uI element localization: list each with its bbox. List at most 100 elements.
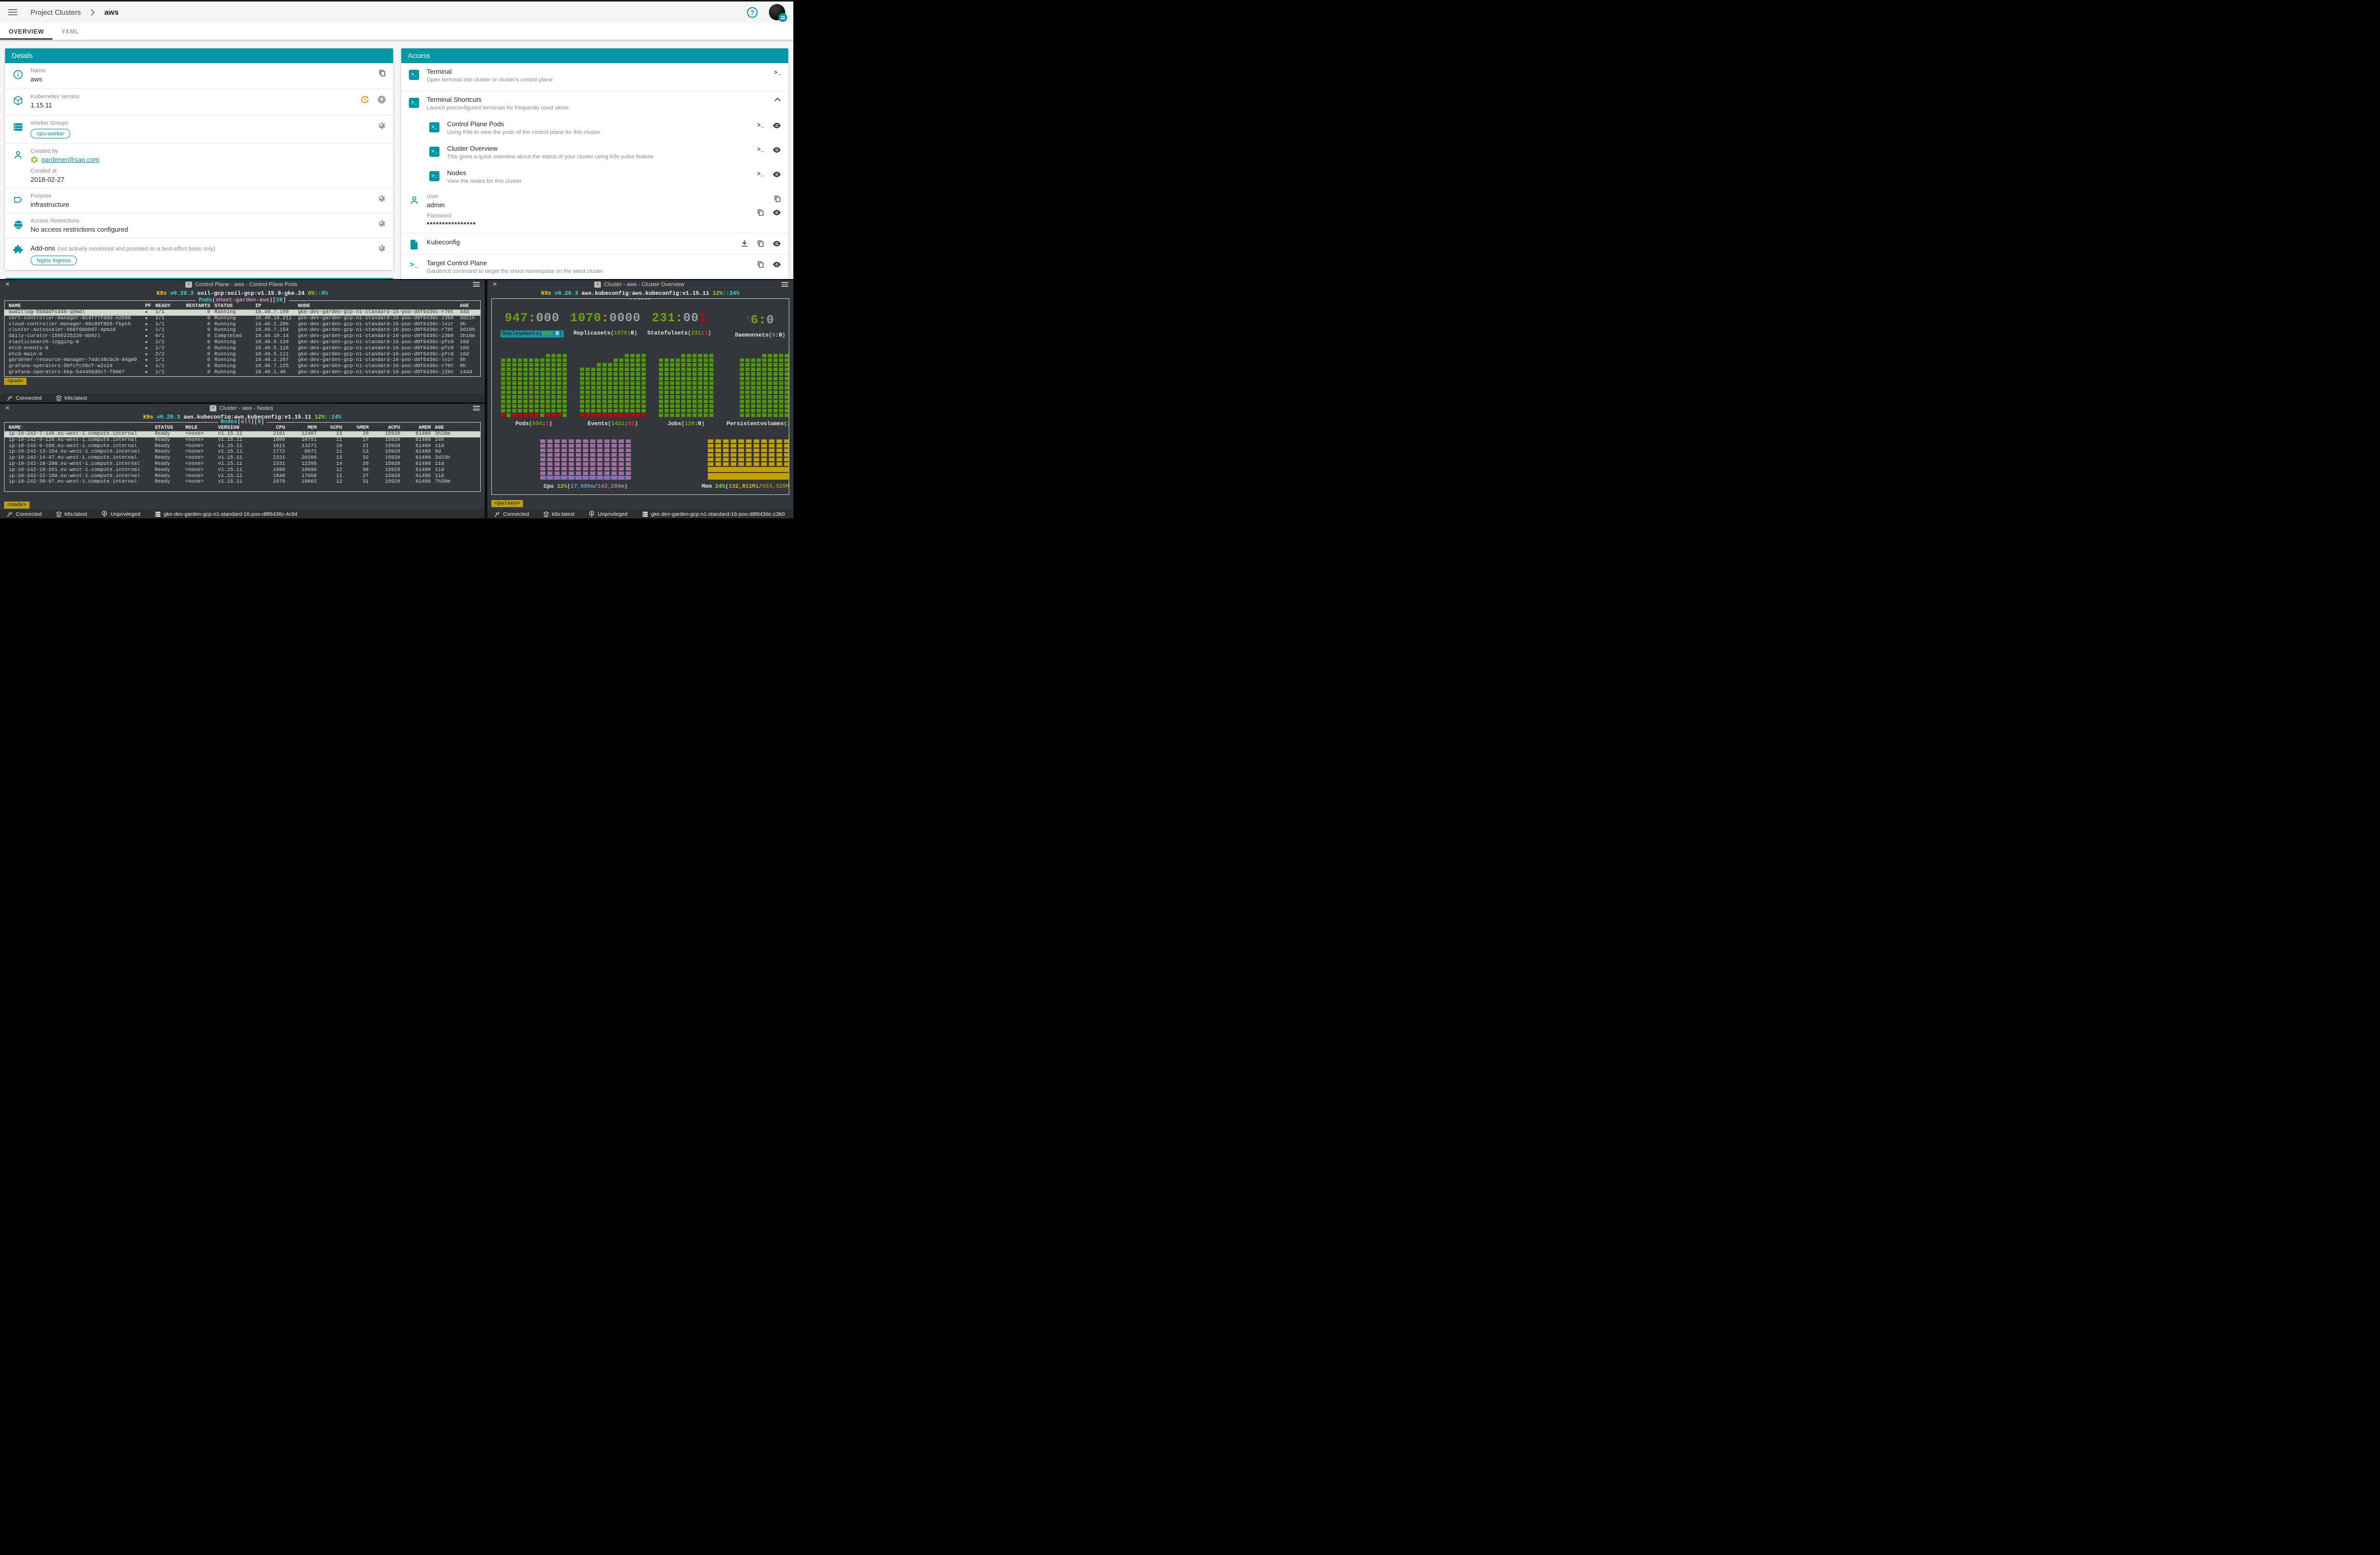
open-terminal-icon[interactable]: >_ [774, 69, 781, 76]
table-row[interactable]: ip-10-242-22-180.eu-west-1.compute.inter… [5, 474, 480, 480]
node-age: 3h28m [431, 431, 480, 437]
gear-icon[interactable] [378, 244, 386, 253]
node-cpu-pct: 11 [317, 449, 342, 455]
upgrade-icon[interactable] [377, 95, 386, 104]
table-row[interactable]: ip-10-242-9-188.eu-west-1.compute.intern… [5, 443, 480, 450]
node-mem-pct: 13 [342, 449, 369, 455]
events-bar-chart [580, 354, 646, 417]
update-history-icon[interactable] [361, 95, 369, 104]
terminal-statusbar: Connected k9s:latest Unprivileged gke-de… [487, 510, 793, 518]
pod-node: gke-dev-garden-gcp-n1-standard-16-poo-d8… [298, 357, 460, 364]
gear-icon[interactable] [378, 122, 386, 130]
eye-icon[interactable] [772, 261, 781, 268]
details-card: Details Name aws Kubernetes Version [5, 48, 393, 270]
node-mem: 20266 [285, 455, 317, 461]
menu-icon[interactable] [8, 9, 17, 15]
details-row-k8s-version: Kubernetes Version 1.15.11 [5, 89, 393, 115]
chevron-up-icon[interactable] [774, 97, 781, 102]
table-row[interactable]: ip-10-242-13-154.eu-west-1.compute.inter… [5, 449, 480, 455]
table-row[interactable]: elasticsearch-logging-0 ● 2/2 0 Running … [5, 340, 480, 346]
help-icon[interactable]: ? [747, 7, 758, 18]
close-icon[interactable]: ✕ [5, 405, 10, 411]
node-role: <none> [185, 455, 218, 461]
eye-icon[interactable] [772, 240, 781, 247]
table-row[interactable]: gardener-resource-manager-74dc48cbc9-94g… [5, 357, 480, 364]
launch-terminal-icon[interactable]: >_ [757, 171, 764, 178]
table-row[interactable]: daily-curator-1595225220-6b9zl ● 0/1 0 C… [5, 334, 480, 340]
pod-ip: 10.40.5.120 [251, 340, 298, 346]
launch-terminal-icon[interactable]: >_ [757, 146, 764, 153]
terminal-menu-icon[interactable] [473, 406, 480, 410]
shortcut-row-nodes[interactable]: >_ Nodes View the nodes for this cluster… [401, 164, 788, 189]
terminal-menu-icon[interactable] [782, 282, 788, 287]
counter-replicasets[interactable]: 1070:0000 Replicasets(1070:0) [570, 311, 641, 339]
tab-overview[interactable]: OVERVIEW [0, 23, 52, 40]
breadcrumb[interactable]: Project Clusters [31, 8, 81, 16]
counter-deployments[interactable]: 947:000 Deployments(947:0) [501, 311, 563, 339]
privilege-icon [589, 511, 595, 517]
table-row[interactable]: grafana-operators-bkp-544456d5c7-f9m67 ●… [5, 370, 480, 376]
table-row[interactable]: etcd-main-0 ● 2/2 0 Running 10.40.5.111 … [5, 352, 480, 358]
chart-events[interactable]: Events(1421:61) [580, 354, 646, 427]
copy-icon[interactable] [757, 209, 764, 216]
pod-node: gke-dev-garden-gcp-n1-standard-16-poo-d8… [298, 340, 460, 346]
counter-statefulsets[interactable]: 231:001 Statefulsets(231:1) [651, 311, 708, 339]
terminal-titlebar: ✕ >Control Plane - aws - Control Plane P… [0, 280, 485, 289]
node-status: Ready [155, 437, 185, 443]
tab-bar: OVERVIEW YAML [0, 23, 793, 40]
pods-table-title: Pods(shoot-garden-aws)[26] [196, 297, 289, 303]
table-row[interactable]: ip-10-242-18-201.eu-west-1.compute.inter… [5, 467, 480, 474]
terminal-icon: > [185, 282, 192, 288]
eye-icon[interactable] [772, 171, 781, 178]
eye-icon[interactable] [772, 147, 781, 153]
puzzle-icon [13, 245, 23, 255]
gear-icon[interactable] [378, 195, 386, 203]
close-icon[interactable]: ✕ [5, 281, 10, 288]
pod-status: Running [210, 310, 251, 316]
node-age: 11d [431, 474, 480, 480]
port-forward-indicator: ● [145, 316, 155, 322]
node-server-icon [155, 511, 161, 517]
node-acpu: 15920 [369, 443, 400, 450]
terminal-titlebar: ✕ >Cluster - aws - Cluster Overview [487, 280, 793, 289]
pod-name: grafana-operators-bkp-544456d5c7-f9m67 [9, 370, 145, 376]
table-row[interactable]: ip-10-242-7-148.eu-west-1.compute.intern… [5, 431, 480, 437]
tab-yaml[interactable]: YAML [52, 23, 88, 40]
eye-icon[interactable] [772, 209, 781, 216]
table-row[interactable]: ip-10-242-9-128.eu-west-1.compute.intern… [5, 437, 480, 443]
copy-icon[interactable] [773, 195, 781, 203]
table-row[interactable]: cloud-controller-manager-88c89f8b5-fkpch… [5, 322, 480, 328]
chart-cpu[interactable]: Cpu 12%(17,695m/143,280m) [540, 439, 631, 490]
counter-daemonsets[interactable]: ↑6:0 Daemonsets(6:0) [737, 311, 783, 339]
table-row[interactable]: ip-10-242-14-47.eu-west-1.compute.intern… [5, 455, 480, 461]
copy-icon[interactable] [378, 69, 386, 77]
chart-mem[interactable]: Mem 24%(132,811Mi/553,320Mi) [702, 439, 789, 490]
purpose-label: Purpose [31, 193, 378, 199]
table-row[interactable]: cert-controller-manager-6c4f77fddd-nzb98… [5, 316, 480, 322]
download-icon[interactable] [740, 239, 749, 247]
chart-persistentvolumes[interactable]: Persistentvolumes(243:0) [727, 354, 789, 427]
table-row[interactable]: grafana-operators-5bfcfc58cf-w2s24 ● 1/1… [5, 364, 480, 370]
chart-jobs[interactable]: Jobs(129:0) [659, 354, 713, 427]
table-row[interactable]: cluster-autoscaler-666f6bbb97-4pmzd ● 1/… [5, 327, 480, 334]
table-row[interactable]: etcd-events-0 ● 2/2 0 Running 10.40.5.11… [5, 346, 480, 352]
shortcut-row-cluster-overview[interactable]: >_ Cluster Overview This gives a quick o… [401, 140, 788, 164]
pod-age: 16d [460, 340, 480, 346]
table-row[interactable]: ip-10-242-30-97.eu-west-1.compute.intern… [5, 479, 480, 485]
pod-status: Running [210, 316, 251, 322]
close-icon[interactable]: ✕ [492, 281, 497, 288]
shortcut-row-control-plane-pods[interactable]: >_ Control Plane Pods Using K9s to view … [401, 116, 788, 140]
gear-icon[interactable] [378, 219, 386, 228]
table-row[interactable]: ip-10-242-18-200.eu-west-1.compute.inter… [5, 461, 480, 467]
created-by-link[interactable]: gardener@sap.com [41, 156, 99, 163]
pod-age: 3h16m [460, 334, 480, 340]
copy-icon[interactable] [757, 240, 764, 247]
copy-icon[interactable] [757, 261, 764, 268]
launch-terminal-icon[interactable]: >_ [757, 122, 764, 129]
table-row[interactable]: auditlog-558ddfcd49-q9mdl ● 1/1 0 Runnin… [5, 310, 480, 316]
terminal-menu-icon[interactable] [473, 282, 480, 287]
eye-icon[interactable] [772, 122, 781, 129]
node-name: ip-10-242-18-201.eu-west-1.compute.inter… [9, 467, 155, 474]
avatar[interactable] [769, 4, 785, 20]
chart-pods[interactable]: Pods(694:1) [501, 354, 567, 427]
